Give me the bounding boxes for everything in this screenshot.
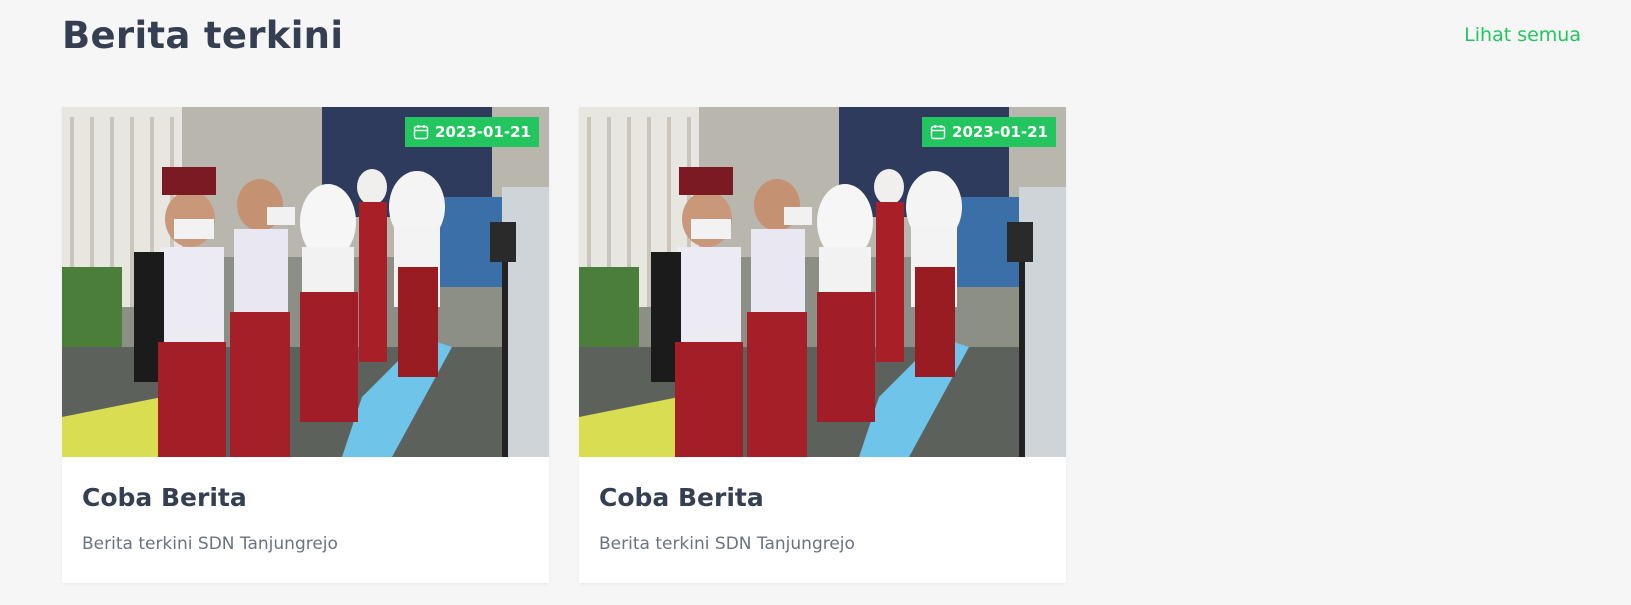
news-card-body: Coba Berita Berita terkini SDN Tanjungre… bbox=[62, 457, 549, 554]
section-header: Berita terkini Lihat semua bbox=[62, 8, 1581, 62]
news-thumbnail[interactable]: 2023-01-21 bbox=[579, 107, 1066, 457]
calendar-icon bbox=[930, 125, 946, 140]
news-thumbnail[interactable]: 2023-01-21 bbox=[62, 107, 549, 457]
news-title[interactable]: Coba Berita bbox=[82, 483, 529, 512]
date-badge: 2023-01-21 bbox=[922, 117, 1056, 147]
news-card-list: 2023-01-21 Coba Berita Berita terkini SD… bbox=[62, 107, 1066, 583]
news-description: Berita terkini SDN Tanjungrejo bbox=[82, 534, 338, 554]
news-date: 2023-01-21 bbox=[952, 123, 1048, 141]
section-title: Berita terkini bbox=[62, 13, 344, 57]
news-card[interactable]: 2023-01-21 Coba Berita Berita terkini SD… bbox=[579, 107, 1066, 583]
news-card[interactable]: 2023-01-21 Coba Berita Berita terkini SD… bbox=[62, 107, 549, 583]
calendar-icon bbox=[413, 125, 429, 140]
news-date: 2023-01-21 bbox=[435, 123, 531, 141]
news-title[interactable]: Coba Berita bbox=[599, 483, 1046, 512]
news-description: Berita terkini SDN Tanjungrejo bbox=[599, 534, 855, 554]
schoolchildren-photo bbox=[62, 107, 549, 457]
see-all-link[interactable]: Lihat semua bbox=[1464, 24, 1581, 46]
date-badge: 2023-01-21 bbox=[405, 117, 539, 147]
schoolchildren-photo bbox=[579, 107, 1066, 457]
news-card-body: Coba Berita Berita terkini SDN Tanjungre… bbox=[579, 457, 1066, 554]
news-section: Berita terkini Lihat semua 2023-01-21 Co… bbox=[0, 0, 1631, 605]
